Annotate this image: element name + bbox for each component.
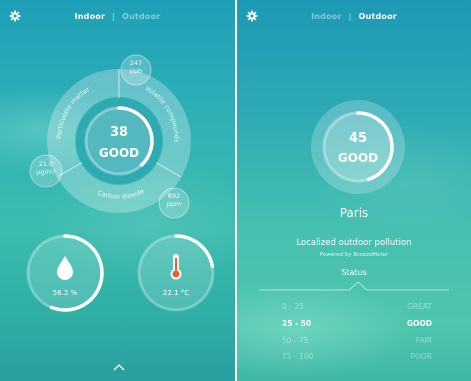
carbon-dioxide-unit: ppm xyxy=(166,200,182,208)
status-row: 0 - 25 GREAT xyxy=(282,302,432,312)
status-range: 50 - 75 xyxy=(282,336,309,345)
outdoor-score-value: 45 xyxy=(348,131,368,146)
status-title: Status xyxy=(341,268,367,277)
status-level: GREAT xyxy=(407,302,432,311)
volatile-compounds-unit: ppb xyxy=(129,67,143,75)
humidity-value: 56.2 % xyxy=(52,289,78,297)
status-row: 75 - 100 POOR xyxy=(282,352,432,362)
temperature-value: 22.1 °C xyxy=(162,289,190,297)
chevron-up-icon[interactable] xyxy=(113,363,125,371)
volatile-compounds-value: 247 xyxy=(129,59,143,67)
outdoor-score-label: GOOD xyxy=(337,151,379,165)
particulate-matter-unit: µg/m³ xyxy=(36,168,56,176)
indoor-score-label: GOOD xyxy=(98,146,140,160)
particulate-matter-value: 21.0 xyxy=(38,160,54,168)
city-name: Paris xyxy=(339,206,369,220)
status-range: 25 - 50 xyxy=(282,319,312,328)
volatile-compounds-reading: 247 ppb xyxy=(121,59,151,75)
status-range: 0 - 25 xyxy=(282,302,304,311)
status-divider xyxy=(259,281,449,291)
indoor-score-value: 38 xyxy=(109,125,129,140)
status-level: POOR xyxy=(410,352,432,361)
status-level: FAIR xyxy=(415,336,432,345)
powered-by: Powered by BreezoMeter xyxy=(319,252,389,258)
carbon-dioxide-reading: 892 ppm xyxy=(159,192,189,208)
status-row: 50 - 75 FAIR xyxy=(282,336,432,346)
air-quality-hub: Particulate matter Volatile compounds Ca… xyxy=(26,54,215,312)
indoor-screen: Indoor | Outdoor Particulate matter Vola… xyxy=(0,0,235,381)
outdoor-screen: Indoor | Outdoor 45 GOOD Paris Localized… xyxy=(237,0,471,381)
carbon-dioxide-value: 892 xyxy=(167,192,181,200)
status-range: 75 - 100 xyxy=(282,352,314,361)
outdoor-headline: Localized outdoor pollution xyxy=(296,238,412,248)
status-level: GOOD xyxy=(406,319,432,328)
particulate-matter-reading: 21.0 µg/m³ xyxy=(30,160,62,176)
status-row: 25 - 50 GOOD xyxy=(282,319,432,329)
